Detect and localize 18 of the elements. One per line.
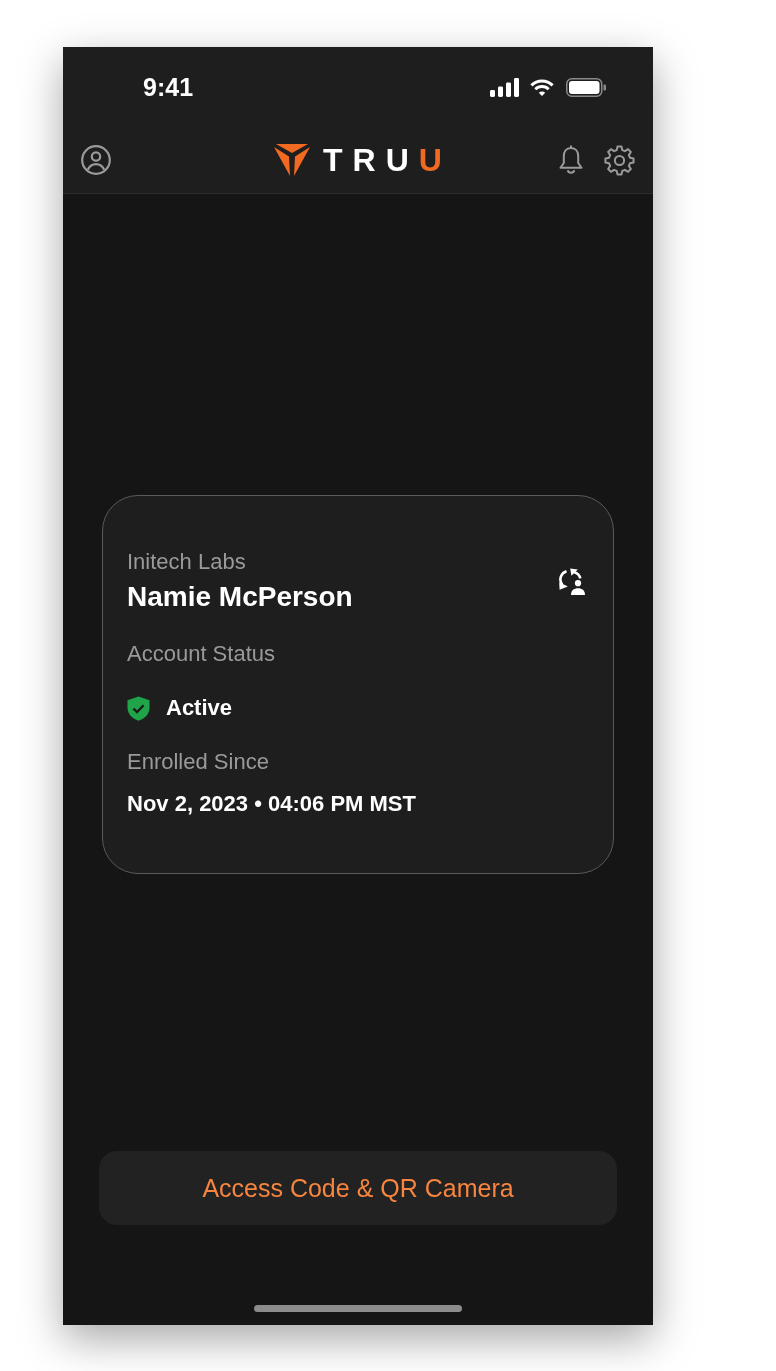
organization-name: Initech Labs [127, 549, 247, 576]
logo-wordmark: TRU U [323, 143, 442, 177]
shield-check-icon [127, 695, 150, 721]
enrolled-since-label: Enrolled Since [127, 748, 270, 776]
account-status-value: Active [166, 694, 233, 722]
account-holder-name: Namie McPerson [127, 580, 353, 614]
enrolled-since-value: Nov 2, 2023 • 04:06 PM MST [127, 790, 417, 818]
wifi-icon [530, 78, 554, 96]
person-arrows-icon[interactable] [557, 568, 585, 595]
battery-icon [566, 77, 606, 97]
account-status-label: Account Status [127, 641, 276, 668]
user-circle-icon[interactable] [81, 145, 111, 175]
access-code-button[interactable]: Access Code & QR Camera [99, 1151, 617, 1225]
signal-icon [490, 77, 519, 97]
status-time: 9:41 [143, 72, 194, 102]
settings-icon[interactable] [604, 144, 635, 176]
logo-mark-icon [274, 144, 311, 176]
bell-icon[interactable] [558, 145, 584, 175]
